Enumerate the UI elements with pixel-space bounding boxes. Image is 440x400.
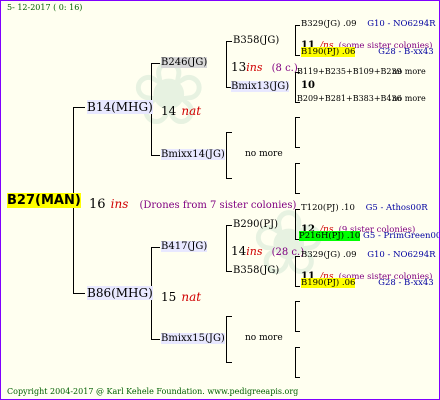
connector — [226, 41, 227, 87]
node-b417-mating: 14ins (28 c.) — [231, 240, 304, 259]
b246-ins: ins — [246, 61, 263, 74]
b246-num: 13 — [231, 60, 247, 74]
b209-name: B209+B281+B383+B436 — [297, 94, 402, 103]
connector — [295, 25, 300, 26]
node-b246[interactable]: B246(JG) — [161, 57, 208, 68]
date-stamp: 5- 12-2017 ( 0: 16) — [7, 3, 83, 12]
connector — [295, 347, 300, 348]
connector — [73, 107, 85, 108]
connector — [295, 347, 296, 377]
node-b246-mating: 13ins (8 c.) — [231, 56, 298, 75]
b329-b-gen: G10 - NO6294R — [367, 250, 436, 260]
connector — [151, 247, 160, 248]
connector — [295, 117, 300, 118]
node-b190-a[interactable]: B190(PJ) .06 G28 - B-xx43 — [301, 47, 434, 57]
sire-num: 14 — [161, 104, 177, 118]
connector — [295, 301, 300, 302]
connector — [295, 209, 296, 239]
node-b329-b[interactable]: B329(JG) .09 G10 - NO6294R — [301, 250, 436, 260]
connector — [151, 155, 160, 156]
b329-a-name: B329(JG) .09 — [301, 19, 357, 29]
b329-b-name: B329(JG) .09 — [301, 250, 357, 260]
b417-ins: ins — [246, 245, 263, 258]
connector — [226, 316, 232, 317]
sire-tag: nat — [181, 104, 202, 118]
node-bmixx15[interactable]: Bmixx15(JG) — [161, 333, 225, 344]
sire-mating-info: 14 nat — [161, 100, 201, 119]
connector — [295, 286, 300, 287]
connector — [295, 163, 296, 193]
node-p216h[interactable]: P216H(PJ) .10 G5 - PrimGreen00 — [299, 231, 440, 241]
node-b209-mix[interactable]: B209+B281+B383+B436 no more — [297, 94, 426, 103]
dam-tag: nat — [181, 290, 202, 304]
connector — [226, 225, 227, 271]
b-num: 10 — [301, 80, 315, 91]
connector — [295, 72, 296, 102]
connector — [226, 132, 227, 178]
b119-name: B119+B235+B109+B239 — [297, 67, 402, 76]
connector — [226, 41, 232, 42]
connector — [295, 25, 296, 55]
b246-note: (8 c.) — [271, 63, 298, 74]
b190-b-name: B190(PJ) .06 — [301, 278, 356, 288]
connector — [295, 163, 300, 164]
connector — [226, 132, 232, 133]
connector — [226, 271, 232, 272]
p216h-name: P216H(PJ) .10 — [299, 231, 361, 241]
dam-mating-info: 15 nat — [161, 286, 201, 305]
pedigree-page: { "header": {"date": "5- 12-2017 ( 0: 16… — [0, 0, 440, 400]
node-bmixx14[interactable]: Bmixx14(JG) — [161, 149, 225, 160]
connector — [226, 178, 232, 179]
bmixx15-nomore: no more — [245, 333, 283, 343]
dam-node[interactable]: B86(MHG) — [87, 286, 153, 300]
connector — [295, 147, 300, 148]
node-b358-a[interactable]: B358(JG) — [233, 35, 279, 46]
connector — [295, 117, 296, 147]
b190-a-name: B190(PJ) .06 — [301, 47, 356, 57]
root-note: (Drones from 7 sister colonies) — [139, 200, 297, 211]
root-num: 16 — [89, 197, 106, 212]
dam-num: 15 — [161, 290, 177, 304]
connector — [295, 301, 296, 331]
t120-gen: G5 - Athos00R — [365, 203, 428, 213]
root-mating-info: 16 ins (Drones from 7 sister colonies) — [89, 193, 296, 212]
p216h-gen: G5 - PrimGreen00 — [363, 231, 440, 241]
node-bmix13[interactable]: Bmix13(JG) — [231, 81, 290, 92]
node-b358-b[interactable]: B358(JG) — [233, 265, 279, 276]
sire-node[interactable]: B14(MHG) — [87, 100, 153, 114]
b190-b-gen: G28 - B-xx43 — [378, 278, 434, 288]
b190-a-gen: G28 - B-xx43 — [378, 47, 434, 57]
b417-note: (28 c.) — [271, 247, 305, 258]
bmixx14-nomore: no more — [245, 149, 283, 159]
node-t120[interactable]: T120(PJ) .10 G5 - Athos00R — [301, 203, 428, 213]
node-b190-b[interactable]: B190(PJ) .06 G28 - B-xx43 — [301, 278, 434, 288]
connector — [295, 331, 300, 332]
connector — [226, 316, 227, 362]
node-b290[interactable]: B290(PJ) — [233, 219, 278, 230]
root-ins: ins — [110, 197, 129, 211]
connector — [151, 339, 160, 340]
connector — [226, 362, 232, 363]
b209-more: no more — [392, 94, 426, 103]
node-b119-mix[interactable]: B119+B235+B109+B239 no more — [297, 67, 426, 76]
connector — [295, 377, 300, 378]
connector — [73, 293, 85, 294]
b329-a-gen: G10 - NO6294R — [367, 19, 436, 29]
b119-more: no more — [392, 67, 426, 76]
node-b417[interactable]: B417(JG) — [161, 241, 208, 252]
b417-num: 14 — [231, 244, 247, 258]
connector — [295, 256, 296, 286]
copyright: Copyright 2004-2017 @ Karl Kehele Founda… — [7, 387, 299, 396]
t120-name: T120(PJ) .10 — [301, 203, 355, 213]
connector — [226, 225, 232, 226]
node-b329-a[interactable]: B329(JG) .09 G10 - NO6294R — [301, 19, 436, 29]
root-queen[interactable]: B27(MAN) — [7, 193, 81, 208]
connector — [151, 63, 160, 64]
